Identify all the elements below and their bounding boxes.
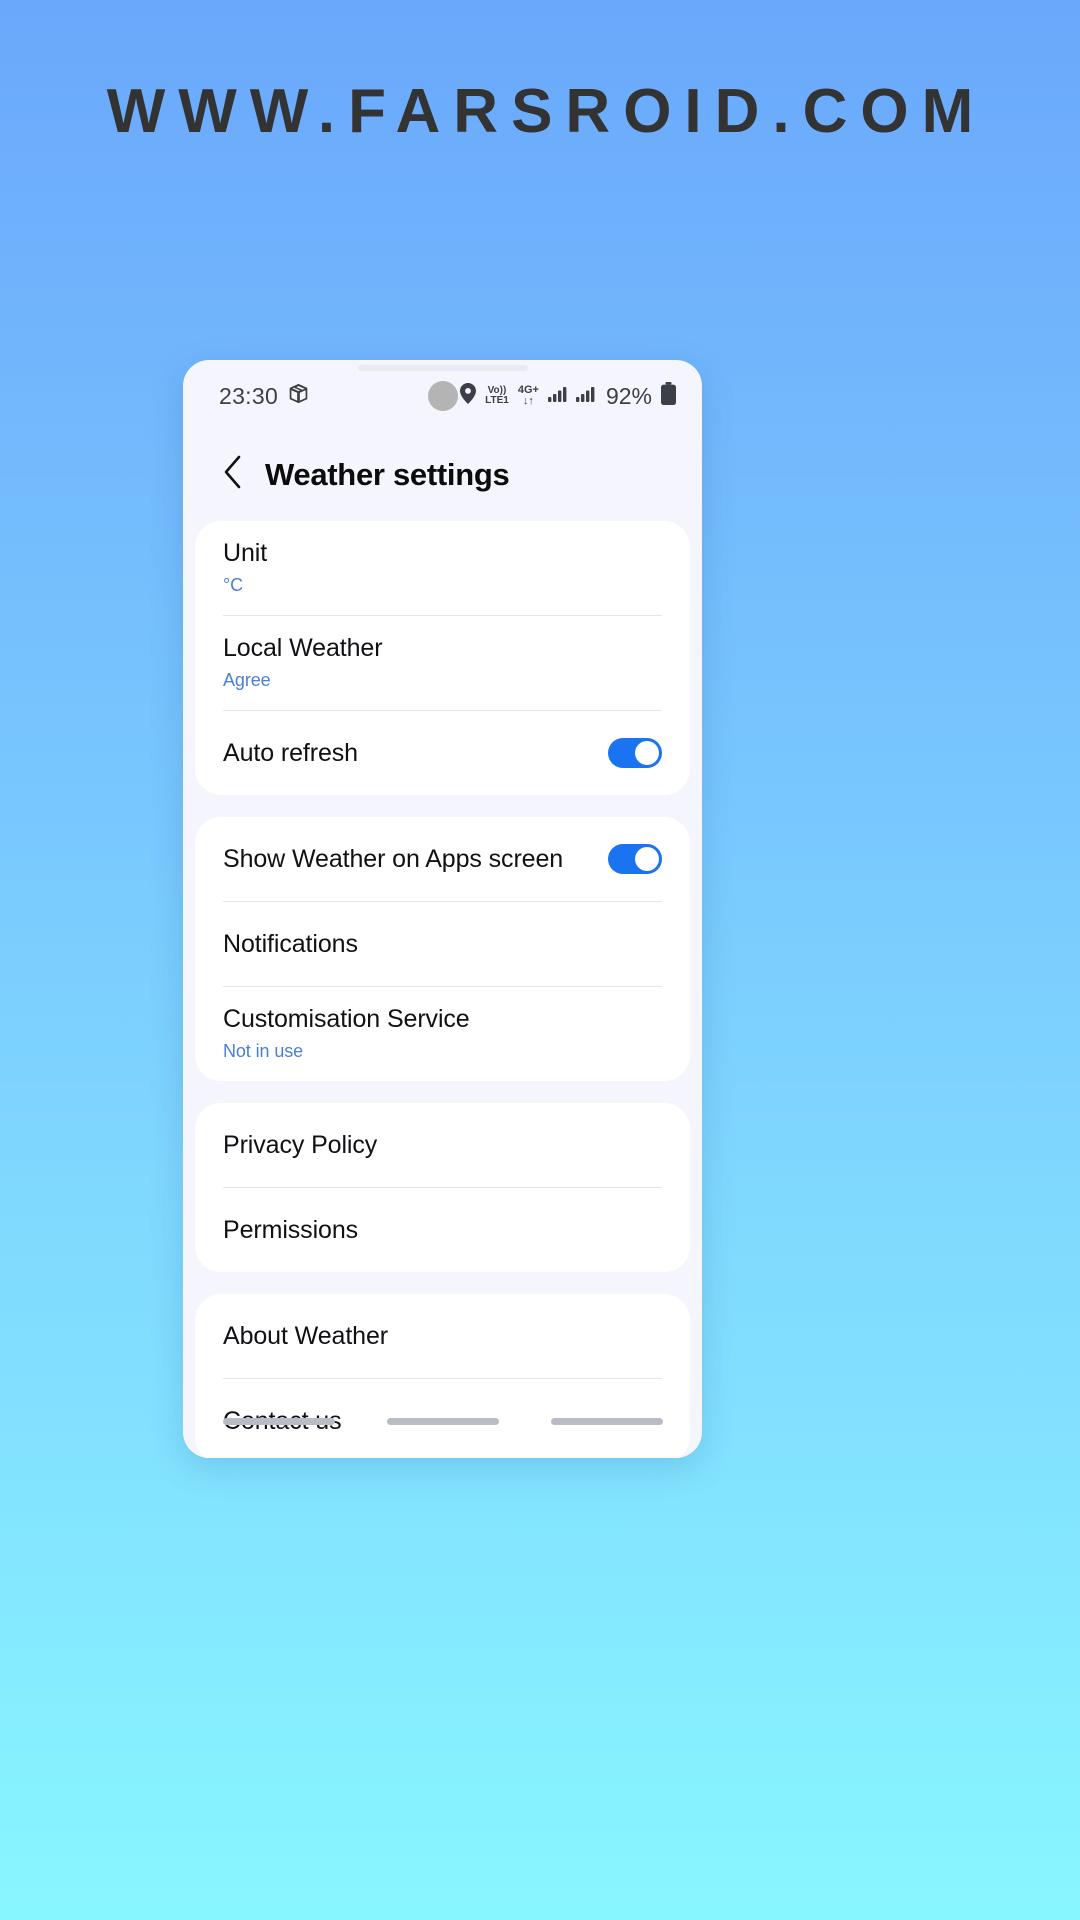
row-texts: Notifications [223, 930, 662, 959]
settings-card-general: Unit °C Local Weather Agree Auto refresh [195, 521, 690, 795]
row-title: Auto refresh [223, 738, 358, 767]
home-nav-pill[interactable] [386, 1417, 499, 1425]
settings-card-display: Show Weather on Apps screen Notification… [195, 817, 690, 1081]
show-weather-apps-screen-toggle[interactable] [608, 844, 662, 874]
row-title: Customisation Service [223, 1005, 470, 1033]
settings-row-customisation-service[interactable]: Customisation Service Not in use [195, 987, 690, 1081]
battery-percent-label: 92% [605, 382, 652, 409]
signal-bars-icon [575, 386, 595, 407]
row-texts: Customisation Service Not in use [223, 1005, 662, 1062]
settings-row-show-weather-apps-screen[interactable]: Show Weather on Apps screen [195, 817, 690, 901]
row-texts: About Weather [223, 1322, 662, 1351]
row-title: Show Weather on Apps screen [223, 844, 564, 873]
row-texts: Permissions [223, 1216, 662, 1245]
status-bar-right: Vo)) LTE1 4G+ ↓↑ 92% [429, 382, 676, 410]
status-bar-left: 23:30 [219, 382, 310, 410]
settings-row-local-weather[interactable]: Local Weather Agree [195, 616, 690, 710]
network-line-2: ↓↑ [522, 395, 534, 407]
status-bar: 23:30 Vo)) LTE1 4G+ ↓↑ 92% [183, 360, 702, 432]
system-navigation-bar [183, 1384, 702, 1458]
page-title: Weather settings [265, 456, 510, 492]
back-nav-pill[interactable] [550, 1417, 663, 1425]
location-pin-icon [460, 383, 477, 409]
settings-card-legal: Privacy Policy Permissions [195, 1103, 690, 1272]
phone-mockup: 23:30 Vo)) LTE1 4G+ ↓↑ 92% Weather setti… [183, 360, 702, 1458]
status-time: 23:30 [219, 382, 279, 409]
row-title: Local Weather [223, 634, 383, 662]
auto-refresh-toggle[interactable] [608, 738, 662, 768]
signal-bars-icon [547, 386, 567, 407]
settings-list[interactable]: Unit °C Local Weather Agree Auto refresh [183, 521, 702, 1458]
row-texts: Auto refresh [223, 739, 608, 768]
recents-nav-pill[interactable] [222, 1417, 335, 1425]
row-texts: Show Weather on Apps screen [223, 845, 608, 874]
volte-line-2: LTE1 [485, 395, 509, 406]
package-icon [287, 382, 310, 410]
row-title: Unit [223, 539, 268, 567]
settings-row-permissions[interactable]: Permissions [195, 1188, 690, 1272]
row-title: Permissions [223, 1215, 359, 1244]
settings-row-auto-refresh[interactable]: Auto refresh [195, 711, 690, 795]
row-subtitle: °C [223, 575, 243, 595]
row-texts: Local Weather Agree [223, 634, 662, 691]
front-camera-cutout [427, 381, 458, 411]
app-header: Weather settings [183, 432, 702, 521]
volte-indicator: Vo)) LTE1 [485, 386, 509, 406]
battery-full-icon [661, 382, 676, 410]
row-subtitle: Not in use [223, 1041, 304, 1061]
row-texts: Unit °C [223, 539, 662, 596]
watermark-text: WWW.FARSROID.COM [106, 76, 987, 146]
toggle-knob [635, 847, 659, 871]
toggle-knob [635, 741, 659, 765]
row-title: About Weather [223, 1321, 389, 1350]
settings-row-privacy-policy[interactable]: Privacy Policy [195, 1103, 690, 1187]
row-subtitle: Agree [223, 670, 271, 690]
row-texts: Privacy Policy [223, 1131, 662, 1160]
settings-row-about-weather[interactable]: About Weather [195, 1294, 690, 1378]
row-title: Privacy Policy [223, 1130, 378, 1159]
settings-row-notifications[interactable]: Notifications [195, 902, 690, 986]
settings-row-unit[interactable]: Unit °C [195, 521, 690, 615]
watermark-banner: WWW.FARSROID.COM [0, 0, 1080, 222]
network-type-indicator: 4G+ ↓↑ [518, 385, 539, 407]
back-chevron-icon[interactable] [221, 454, 243, 495]
row-title: Notifications [223, 929, 358, 958]
